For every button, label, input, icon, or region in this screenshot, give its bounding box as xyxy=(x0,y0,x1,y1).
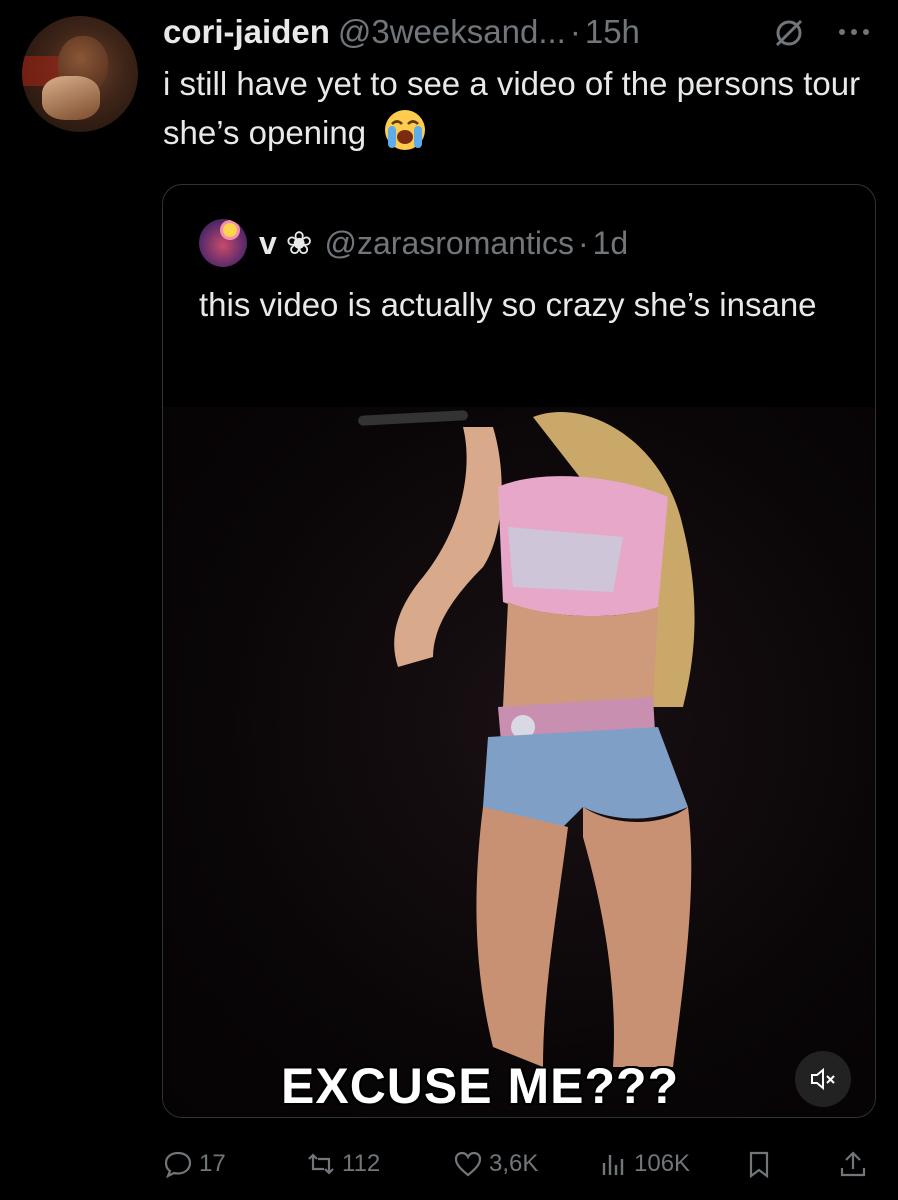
share-icon xyxy=(840,1151,866,1177)
quoted-author-handle[interactable]: @zarasromantics xyxy=(325,225,574,262)
share-button[interactable] xyxy=(838,1142,874,1186)
mute-button[interactable] xyxy=(795,1051,851,1107)
bookmark-icon xyxy=(749,1151,769,1179)
mute-icon xyxy=(811,1067,835,1091)
reply-count: 17 xyxy=(199,1150,226,1177)
no-emoji-icon[interactable] xyxy=(772,16,806,50)
repost-icon xyxy=(308,1153,334,1175)
video-frame xyxy=(358,410,695,1067)
repost-count: 112 xyxy=(342,1150,381,1177)
quoted-tweet-header: v ❀ @zarasromantics · 1d xyxy=(259,223,628,263)
tweet-header: cori-jaiden @3weeksand... · 15h xyxy=(163,13,873,51)
action-bar: 17 112 3,6K 106K xyxy=(0,1142,898,1186)
quoted-author-name[interactable]: v ❀ xyxy=(259,224,313,262)
video-caption: EXCUSE ME??? xyxy=(281,1058,680,1114)
quoted-tweet[interactable]: v ❀ @zarasromantics · 1d this video is a… xyxy=(162,184,876,1118)
crying-face-emoji xyxy=(385,110,426,150)
views-count: 106K xyxy=(634,1150,691,1177)
author-handle[interactable]: @3weeksand... xyxy=(338,13,566,51)
quoted-tweet-text: this video is actually so crazy she’s in… xyxy=(199,286,817,323)
tweet-text-content: i still have yet to see a video of the p… xyxy=(163,65,861,151)
tweet-text: i still have yet to see a video of the p… xyxy=(163,60,863,157)
reply-button[interactable]: 17 xyxy=(163,1142,226,1186)
like-button[interactable]: 3,6K xyxy=(453,1142,538,1186)
bookmark-button[interactable] xyxy=(744,1142,780,1186)
video-player[interactable]: EXCUSE ME??? xyxy=(163,407,875,1117)
like-icon xyxy=(454,1151,482,1177)
quoted-author-avatar[interactable] xyxy=(199,219,247,267)
author-avatar[interactable] xyxy=(22,16,138,132)
views-button[interactable]: 106K xyxy=(598,1142,690,1186)
separator-dot: · xyxy=(577,224,589,261)
views-icon xyxy=(602,1155,624,1175)
tweet-time[interactable]: 15h xyxy=(585,13,640,51)
more-icon[interactable] xyxy=(834,20,874,44)
author-name[interactable]: cori-jaiden xyxy=(163,13,330,51)
reply-icon xyxy=(164,1151,192,1179)
like-count: 3,6K xyxy=(489,1150,539,1177)
quoted-tweet-time[interactable]: 1d xyxy=(593,225,629,262)
separator-dot: · xyxy=(569,13,581,50)
repost-button[interactable]: 112 xyxy=(306,1142,380,1186)
